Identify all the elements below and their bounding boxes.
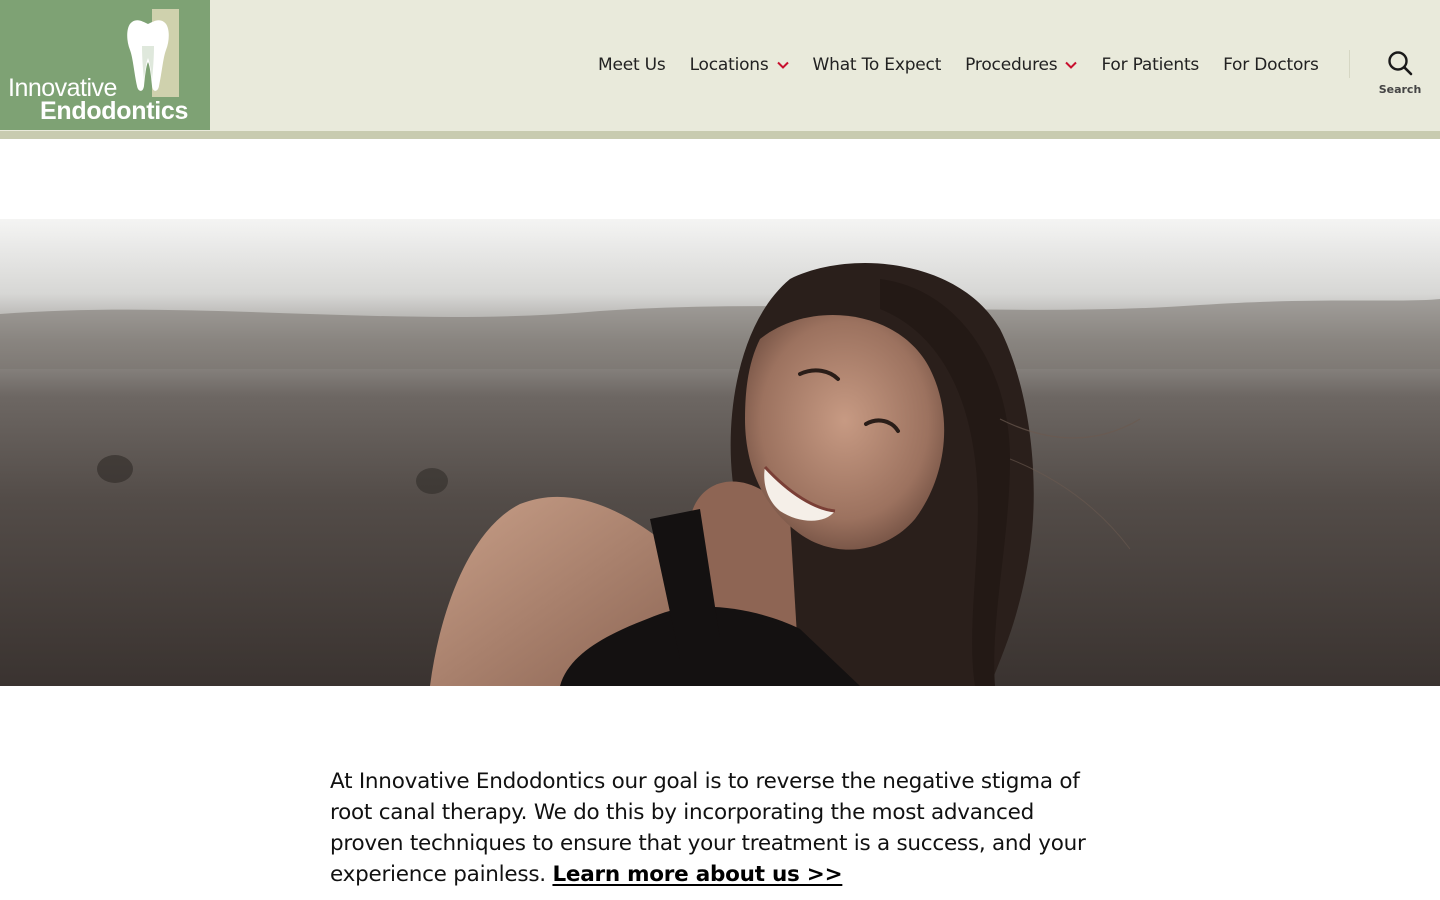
site-header: Innovative Endodontics Meet Us Locations… xyxy=(0,0,1440,131)
smiling-woman-photo xyxy=(0,219,1440,686)
nav-item-label: What To Expect xyxy=(812,55,942,75)
chevron-down-icon[interactable] xyxy=(1065,61,1078,69)
logo-text-endodontics: Endodontics xyxy=(40,97,189,125)
nav-item-label: Locations xyxy=(689,55,769,75)
nav-item-procedures[interactable]: Procedures xyxy=(965,55,1078,75)
nav-item-label: Procedures xyxy=(965,55,1058,75)
nav-item-label: For Doctors xyxy=(1223,55,1319,75)
search-label: Search xyxy=(1378,83,1422,96)
nav-divider xyxy=(1349,50,1350,78)
nav-item-what-to-expect[interactable]: What To Expect xyxy=(813,55,942,75)
hero-image xyxy=(0,219,1440,686)
nav-item-locations[interactable]: Locations xyxy=(690,55,789,75)
search-icon xyxy=(1388,51,1413,76)
nav-item-label: For Patients xyxy=(1101,55,1200,75)
header-rule xyxy=(0,131,1440,139)
tooth-icon xyxy=(127,20,169,91)
nav-item-meet-us[interactable]: Meet Us xyxy=(598,55,666,75)
learn-more-link[interactable]: Learn more about us >> xyxy=(552,862,842,887)
site-logo[interactable]: Innovative Endodontics xyxy=(0,0,210,130)
primary-nav: Meet Us Locations What To Expect Procedu… xyxy=(598,52,1319,78)
search-button[interactable]: Search xyxy=(1376,50,1424,100)
nav-item-for-doctors[interactable]: For Doctors xyxy=(1223,55,1319,75)
chevron-down-icon[interactable] xyxy=(776,61,789,69)
intro-paragraph: At Innovative Endodontics our goal is to… xyxy=(330,766,1110,890)
nav-item-for-patients[interactable]: For Patients xyxy=(1101,55,1199,75)
nav-item-label: Meet Us xyxy=(598,55,666,75)
